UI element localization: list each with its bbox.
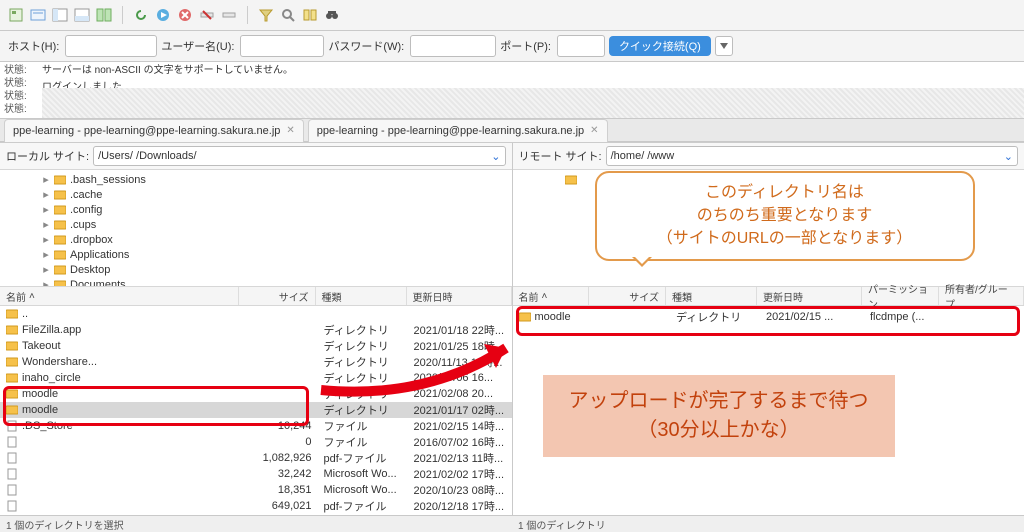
log-labels: 状態:状態:状態:状態: bbox=[0, 62, 42, 118]
annotation-banner: アップロードが完了するまで待つ（30分以上かな） bbox=[543, 375, 895, 457]
remote-list-header[interactable]: 名前 ˄ サイズ 種類 更新日時 パーミッション 所有者/グループ bbox=[513, 287, 1024, 306]
toggle-queue-icon[interactable] bbox=[74, 7, 90, 23]
list-item[interactable]: 0ファイル2016/07/02 16時... bbox=[0, 434, 512, 450]
list-item[interactable]: inaho_circleディレクトリ2020/09/06 16... bbox=[0, 370, 512, 386]
quickconnect-button[interactable]: クイック接続(Q) bbox=[609, 36, 711, 56]
list-item[interactable]: moodleディレクトリ2021/02/08 20... bbox=[0, 386, 512, 402]
sort-asc-icon: ˄ bbox=[29, 291, 35, 302]
local-list-header[interactable]: 名前 ˄ サイズ 種類 更新日時 bbox=[0, 287, 512, 306]
remote-path-combo[interactable]: /home/ /www ⌄ bbox=[606, 146, 1018, 166]
close-icon[interactable]: ✕ bbox=[590, 125, 598, 136]
toggle-transfer-icon[interactable] bbox=[96, 7, 112, 23]
list-item[interactable]: 1,082,926pdf-ファイル2021/02/13 11時... bbox=[0, 450, 512, 466]
chevron-down-icon[interactable]: ⌄ bbox=[1004, 150, 1013, 163]
list-item[interactable]: 649,021pdf-ファイル2020/12/18 17時... bbox=[0, 498, 512, 514]
tree-item[interactable]: ▸Applications bbox=[4, 247, 508, 262]
host-label: ホスト(H): bbox=[8, 38, 59, 54]
binoculars-icon[interactable] bbox=[324, 7, 340, 23]
quickconnect-history-button[interactable] bbox=[715, 36, 733, 56]
local-path-combo[interactable]: /Users/ /Downloads/ ⌄ bbox=[93, 146, 505, 166]
status-bar: 1 個のディレクトリを選択 1 個のディレクトリ bbox=[0, 515, 1024, 532]
sort-asc-icon: ˄ bbox=[542, 291, 548, 302]
filter-icon[interactable] bbox=[258, 7, 274, 23]
local-site-label: ローカル サイト: bbox=[6, 148, 89, 164]
port-input[interactable] bbox=[557, 35, 605, 57]
log-line: サーバーは non-ASCII の文字をサポートしていません。 bbox=[42, 62, 1024, 79]
close-icon[interactable]: ✕ bbox=[286, 125, 294, 136]
connection-tab[interactable]: ppe-learning - ppe-learning@ppe-learning… bbox=[308, 119, 608, 142]
connection-tab[interactable]: ppe-learning - ppe-learning@ppe-learning… bbox=[4, 119, 304, 142]
list-item[interactable]: 32,242Microsoft Wo...2021/02/02 17時... bbox=[0, 466, 512, 482]
disconnect-icon[interactable] bbox=[199, 7, 215, 23]
toggle-log-icon[interactable] bbox=[30, 7, 46, 23]
remote-pane: リモート サイト: /home/ /www ⌄ 名前 ˄ サイズ 種類 更新日時… bbox=[513, 143, 1024, 521]
list-item[interactable]: Takeoutディレクトリ2021/01/25 18時... bbox=[0, 338, 512, 354]
remote-site-label: リモート サイト: bbox=[519, 148, 602, 164]
local-file-list[interactable]: ..FileZilla.appディレクトリ2021/01/18 22時...Ta… bbox=[0, 306, 512, 521]
toggle-tree-icon[interactable] bbox=[52, 7, 68, 23]
tree-item[interactable]: ▸.bash_sessions bbox=[4, 172, 508, 187]
port-label: ポート(P): bbox=[500, 38, 551, 54]
annotation-callout: このディレクトリ名はのちのち重要となります（サイトのURLの一部となります） bbox=[595, 171, 975, 261]
status-left: 1 個のディレクトリを選択 bbox=[0, 516, 512, 532]
tree-item[interactable]: ▸Documents bbox=[4, 277, 508, 287]
tree-item[interactable]: ▸.config bbox=[4, 202, 508, 217]
message-log: 状態:状態:状態:状態: サーバーは non-ASCII の文字をサポートしてい… bbox=[0, 62, 1024, 119]
reconnect-icon[interactable] bbox=[221, 7, 237, 23]
cancel-icon[interactable] bbox=[177, 7, 193, 23]
compare-icon[interactable] bbox=[302, 7, 318, 23]
status-right: 1 個のディレクトリ bbox=[512, 516, 1024, 532]
sitemanager-icon[interactable] bbox=[8, 7, 24, 23]
pass-input[interactable] bbox=[410, 35, 496, 57]
pass-label: パスワード(W): bbox=[328, 38, 404, 54]
search-icon[interactable] bbox=[280, 7, 296, 23]
local-pane: ローカル サイト: /Users/ /Downloads/ ⌄ ▸.bash_s… bbox=[0, 143, 513, 521]
tree-item[interactable]: ▸Desktop bbox=[4, 262, 508, 277]
list-item[interactable]: moodleディレクトリ2021/02/15 ...flcdmpe (... bbox=[513, 306, 1024, 328]
tree-item[interactable]: ▸.dropbox bbox=[4, 232, 508, 247]
tree-item[interactable]: ▸.cups bbox=[4, 217, 508, 232]
user-label: ユーザー名(U): bbox=[161, 38, 234, 54]
user-input[interactable] bbox=[240, 35, 324, 57]
chevron-down-icon[interactable]: ⌄ bbox=[491, 150, 500, 163]
list-item[interactable]: moodleディレクトリ2021/01/17 02時... bbox=[0, 402, 512, 418]
list-item[interactable]: .. bbox=[0, 306, 512, 322]
local-tree[interactable]: ▸.bash_sessions▸.cache▸.config▸.cups▸.dr… bbox=[0, 170, 512, 287]
list-item[interactable]: 18,351Microsoft Wo...2020/10/23 08時... bbox=[0, 482, 512, 498]
list-item[interactable]: Wondershare...ディレクトリ2020/11/13 11時... bbox=[0, 354, 512, 370]
main-toolbar bbox=[0, 0, 1024, 31]
host-input[interactable] bbox=[65, 35, 157, 57]
list-item[interactable]: FileZilla.appディレクトリ2021/01/18 22時... bbox=[0, 322, 512, 338]
quickconnect-bar: ホスト(H): ユーザー名(U): パスワード(W): ポート(P): クイック… bbox=[0, 31, 1024, 62]
refresh-icon[interactable] bbox=[133, 7, 149, 23]
process-queue-icon[interactable] bbox=[155, 7, 171, 23]
connection-tabs: ppe-learning - ppe-learning@ppe-learning… bbox=[0, 119, 1024, 142]
tree-item[interactable]: ▸.cache bbox=[4, 187, 508, 202]
list-item[interactable]: .DS_Store10,244ファイル2021/02/15 14時... bbox=[0, 418, 512, 434]
